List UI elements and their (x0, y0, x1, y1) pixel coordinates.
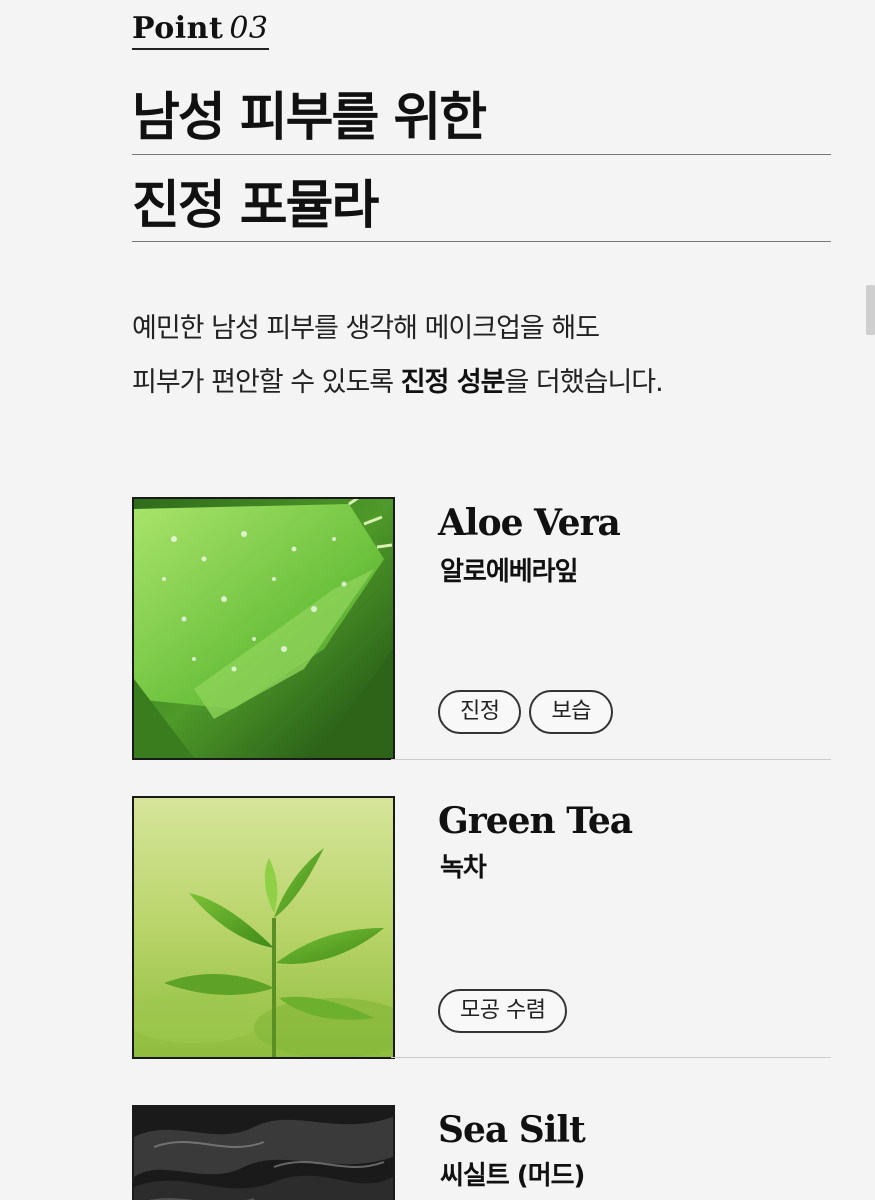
headline-divider-2 (132, 241, 831, 242)
sea-silt-mud-image (132, 1105, 395, 1200)
tag-pore-tightening: 모공 수렴 (438, 989, 568, 1033)
description-text: 피부가 편안할 수 있도록 (132, 367, 401, 398)
section-label-text: Point (132, 11, 224, 46)
ingredient-name-green-tea: Green Tea (438, 800, 633, 842)
description-line-2: 피부가 편안할 수 있도록 진정 성분을 더했습니다. (132, 366, 812, 400)
green-tea-image (132, 796, 395, 1059)
aloe-leaf-image (132, 497, 395, 760)
headline-line-2: 진정 포뮬라 (132, 176, 379, 236)
description-text-end: 을 더했습니다. (504, 367, 664, 398)
description-line-1: 예민한 남성 피부를 생각해 메이크업을 해도 (132, 313, 600, 344)
scrollbar-thumb[interactable] (866, 285, 875, 335)
tag-group-green-tea: 모공 수렴 (438, 989, 568, 1033)
row-divider-2 (391, 1057, 831, 1058)
tag-group-aloe-vera: 진정 보습 (438, 690, 613, 734)
headline-divider-1 (132, 154, 831, 155)
ingredient-korean-name-sea-silt: 씨실트 (머드) (440, 1161, 585, 1191)
ingredient-korean-name-aloe-vera: 알로에베라잎 (440, 557, 579, 587)
ingredient-korean-name-green-tea: 녹차 (440, 853, 487, 883)
tag-moisturizing: 보습 (529, 690, 613, 734)
description-highlight: 진정 성분 (400, 367, 506, 398)
ingredient-name-sea-silt: Sea Silt (438, 1109, 586, 1151)
headline-line-1: 남성 피부를 위한 (132, 88, 487, 148)
section-number: 03 (229, 11, 269, 46)
tag-soothing: 진정 (438, 690, 522, 734)
row-divider-1 (391, 759, 831, 760)
section-label: Point 03 (132, 12, 269, 50)
ingredient-name-aloe-vera: Aloe Vera (438, 502, 621, 544)
